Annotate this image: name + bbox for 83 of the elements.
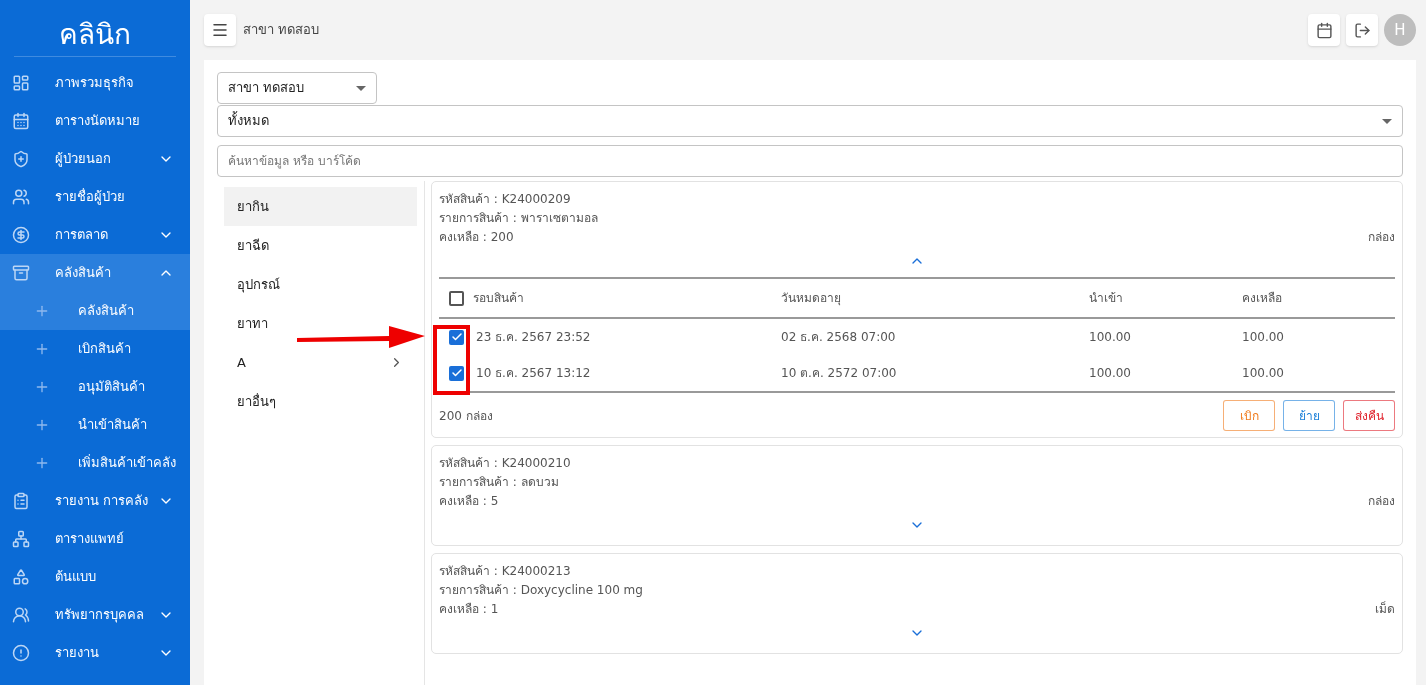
menu-icon [211,21,229,39]
dollar-icon [12,226,30,244]
category-item[interactable]: ยาฉีด [224,226,417,265]
alert-icon [12,644,30,662]
sidebar-item[interactable]: รายงาน การคลัง [0,482,190,520]
table-cell-text: 10 ต.ค. 2572 07:00 [781,365,898,382]
action-button[interactable]: ย้าย [1283,400,1335,431]
archive-icon [12,264,30,282]
plus-icon [34,341,50,357]
column-header: คงเหลือ [1242,290,1283,307]
unit-label: กล่อง [1368,493,1395,510]
dropdown-caret-icon [1382,118,1392,124]
table-cell-text: 100.00 [1089,329,1132,346]
remaining-quantity: คงเหลือ : 200 [439,229,514,246]
product-name: รายการสินค้า : พาราเซตามอล [439,210,599,227]
sidebar-item[interactable]: การตลาด [0,216,190,254]
calendar-icon [1315,21,1333,39]
product-code: รหัสสินค้า : K24000213 [439,563,572,580]
table-cell-text: 100.00 [1242,329,1285,346]
action-button[interactable]: ส่งคืน [1343,400,1395,431]
shield-plus-icon [12,150,30,168]
remaining-quantity: คงเหลือ : 5 [439,493,499,510]
table-cell-text: 23 ธ.ค. 2567 23:52 [476,329,591,346]
checkbox[interactable] [449,365,464,381]
action-button[interactable]: เบิก [1223,400,1275,431]
sidebar-item[interactable]: คลังสินค้า [0,254,190,292]
table-cell-text: 02 ธ.ค. 2568 07:00 [781,329,897,346]
plus-icon [34,417,50,433]
logout-icon [1353,21,1371,39]
highlight-box [433,325,470,395]
checkbox[interactable] [449,290,464,306]
unit-label: กล่อง [1368,229,1395,246]
network-icon [12,530,30,548]
sidebar-subitem[interactable]: เพิ่มสินค้าเข้าคลัง [0,444,190,482]
table-cell-text: 100.00 [1089,365,1132,382]
unit-label: เม็ด [1375,600,1395,618]
column-header: วันหมดอายุ [781,290,842,307]
sidebar-item[interactable]: ภาพรวมธุรกิจ [0,64,190,102]
menu-button[interactable] [204,14,236,46]
remaining-quantity: คงเหลือ : 1 [439,601,499,618]
people-icon [12,606,30,624]
sidebar-item[interactable]: ผู้ป่วยนอก [0,140,190,178]
category-item[interactable]: ยาทา [224,304,417,343]
calendar-button[interactable] [1308,14,1340,46]
sidebar-item[interactable]: ตารางแพทย์ [0,520,190,558]
dropdown-caret-icon [356,85,366,91]
people-icon [12,188,30,206]
brand-logo-text: คลินิก [59,18,131,52]
clipboard-icon [12,492,30,510]
dashboard-icon [12,74,30,92]
sidebar-item[interactable]: ตารางนัดหมาย [0,102,190,140]
branch-title: สาขา ทดสอบ [243,21,321,40]
column-header: รอบสินค้า [473,290,524,307]
sidebar-subitem[interactable]: นำเข้าสินค้า [0,406,190,444]
product-code: รหัสสินค้า : K24000209 [439,191,572,208]
logout-button[interactable] [1346,14,1378,46]
table-cell-text: 100.00 [1242,365,1285,382]
total-quantity: 200 กล่อง [439,407,493,425]
sidebar-subitem[interactable]: อนุมัติสินค้า [0,368,190,406]
shapes-icon [12,568,30,586]
branch-select[interactable]: สาขา ทดสอบ [217,72,377,104]
product-name: รายการสินค้า : ลดบวม [439,474,560,491]
plus-icon [34,455,50,471]
column-header: นำเข้า [1089,290,1124,307]
category-item[interactable]: ยาอื่นๆ [224,382,417,421]
category-item[interactable]: อุปกรณ์ [224,265,417,304]
checkbox[interactable] [449,329,464,345]
product-name: รายการสินค้า : Doxycycline 100 mg [439,582,644,599]
plus-icon [34,379,50,395]
sidebar-subitem[interactable]: คลังสินค้า [0,292,190,330]
table-cell-text: 10 ธ.ค. 2567 13:12 [476,365,591,382]
sidebar-subitem[interactable]: เบิกสินค้า [0,330,190,368]
sidebar-item[interactable]: รายงาน [0,634,190,672]
category-select[interactable]: ทั้งหมด [217,105,1403,137]
calendar-icon [12,112,30,130]
sidebar-item[interactable]: ทรัพยากรบุคคล [0,596,190,634]
category-item[interactable]: ยากิน [224,187,417,226]
plus-icon [34,303,50,319]
sidebar-item[interactable]: ต้นแบบ [0,558,190,596]
search-field[interactable]: ค้นหาข้อมูล หรือ บาร์โค้ด [217,145,1403,177]
category-item[interactable]: A [224,343,417,382]
sidebar-item[interactable]: รายชื่อผู้ป่วย [0,178,190,216]
product-code: รหัสสินค้า : K24000210 [439,455,572,472]
